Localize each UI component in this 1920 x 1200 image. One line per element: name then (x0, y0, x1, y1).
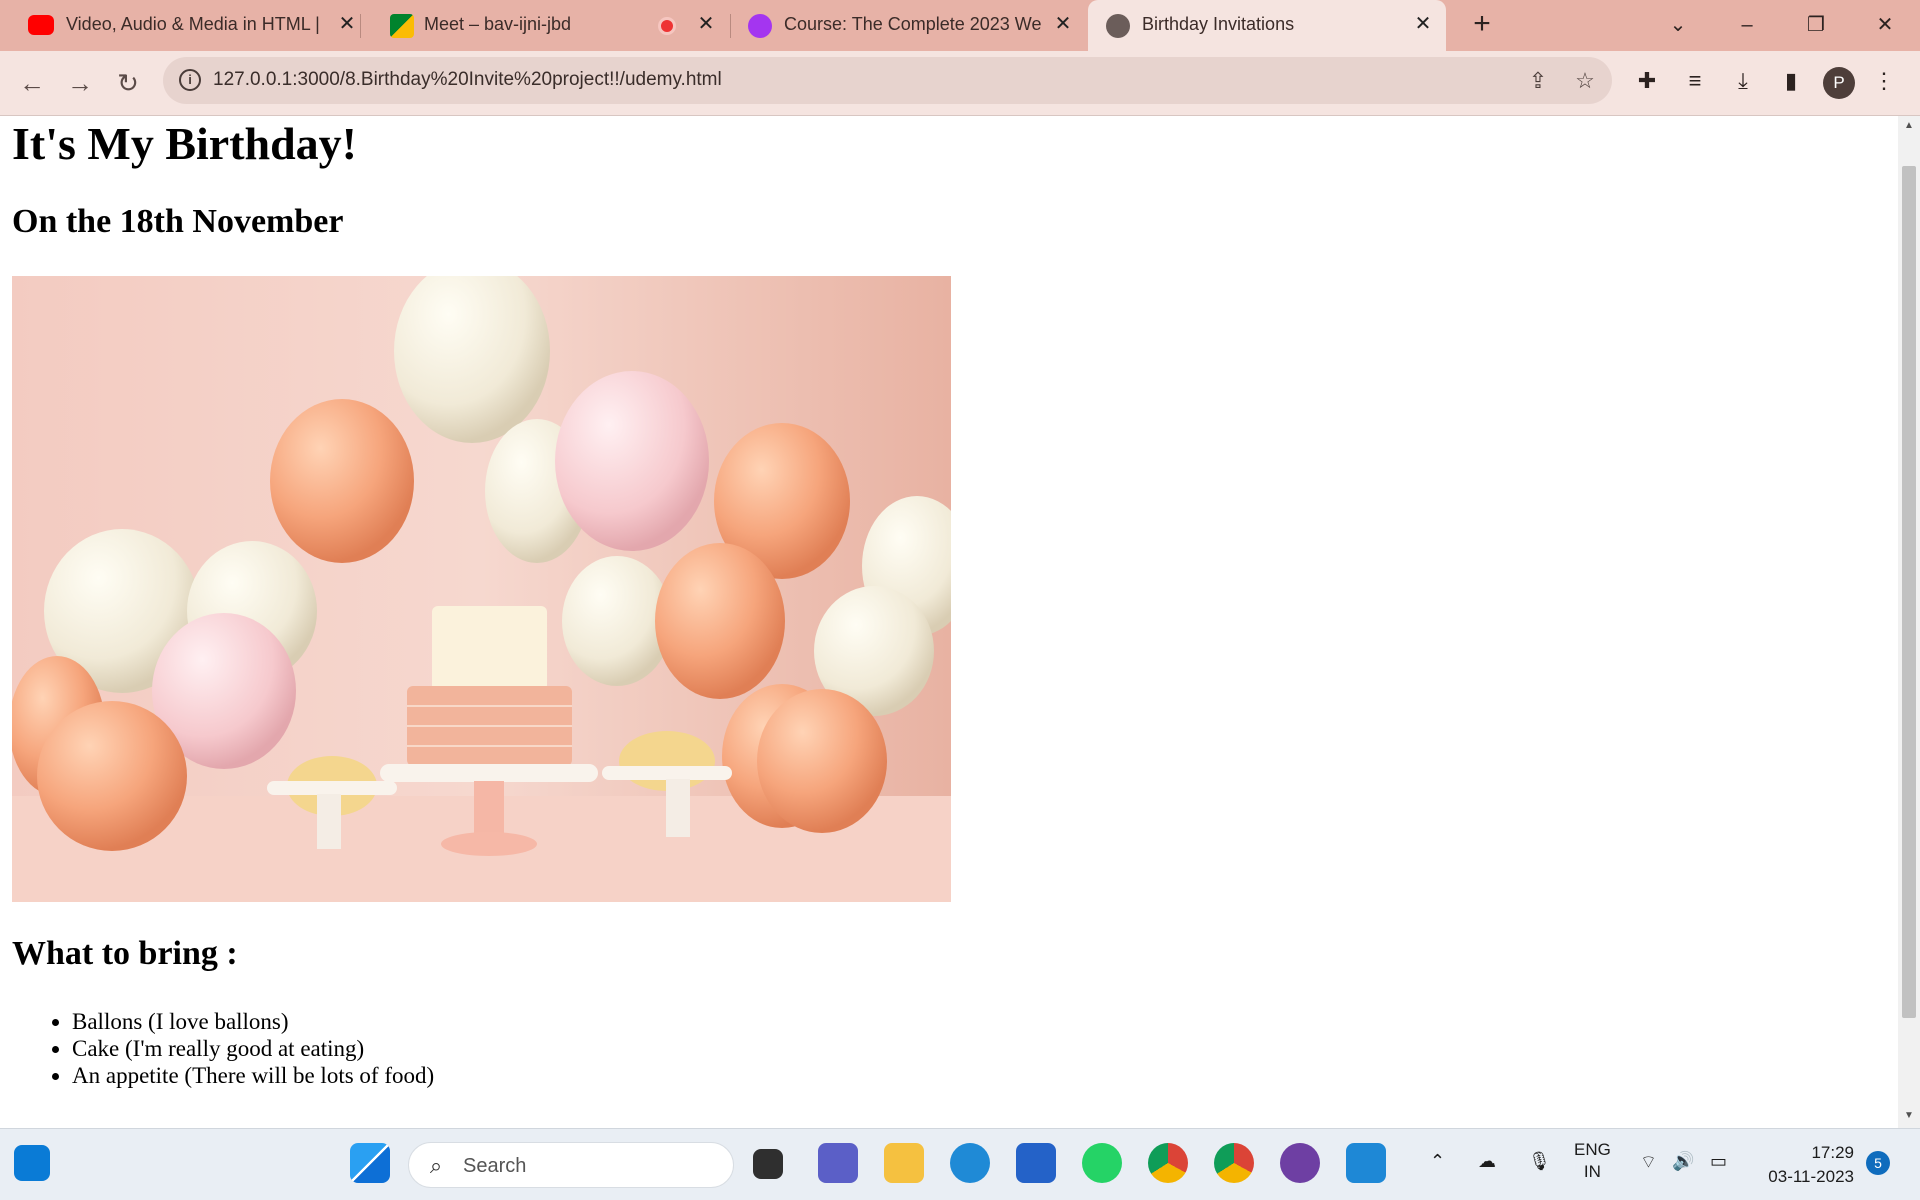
widgets-icon[interactable] (14, 1145, 50, 1181)
clock-time: 17:29 (1811, 1143, 1854, 1162)
close-tab-icon[interactable]: ✕ (334, 11, 360, 37)
tab-meet[interactable]: Meet – bav-ijni-jbd ✕ (360, 0, 730, 51)
list-item: Cake (I'm really good at eating) (72, 1035, 434, 1062)
whatsapp-icon[interactable] (1082, 1143, 1122, 1183)
close-window-button[interactable]: ✕ (1865, 8, 1905, 42)
scroll-up-icon[interactable]: ▲ (1903, 120, 1915, 132)
edge-icon[interactable] (950, 1143, 990, 1183)
search-placeholder: Search (463, 1155, 527, 1177)
browser-chrome: Video, Audio & Media in HTML | ✕ Meet – … (0, 0, 1920, 116)
page-title: It's My Birthday! (12, 118, 357, 169)
tab-birthday-invitations[interactable]: Birthday Invitations ✕ (1088, 0, 1446, 51)
udemy-icon (748, 14, 772, 38)
list-item: An appetite (There will be lots of food) (72, 1062, 434, 1089)
tab-title: Video, Audio & Media in HTML | (66, 14, 320, 34)
start-icon[interactable] (350, 1143, 390, 1183)
reload-icon[interactable]: ↻ (110, 65, 146, 101)
address-bar[interactable]: i 127.0.0.1:3000/8.Birthday%20Invite%20p… (163, 57, 1612, 104)
close-tab-icon[interactable]: ✕ (693, 11, 719, 37)
address-url[interactable]: 127.0.0.1:3000/8.Birthday%20Invite%20pro… (213, 69, 722, 91)
bookmark-star-icon[interactable]: ☆ (1570, 66, 1600, 96)
clock[interactable]: 17:29 03-11-2023 (1758, 1141, 1854, 1189)
teams-chat-icon[interactable] (818, 1143, 858, 1183)
tab-search-icon[interactable]: ⌄ (1658, 8, 1698, 42)
site-info-icon[interactable]: i (179, 69, 201, 91)
microphone-icon[interactable]: 🎙 (1528, 1151, 1551, 1172)
scrollbar-thumb[interactable] (1902, 166, 1916, 1018)
media-controls-icon[interactable]: ≡ (1677, 63, 1713, 99)
profile-avatar[interactable]: P (1823, 67, 1855, 99)
list-item: Ballons (I love ballons) (72, 1008, 434, 1035)
birthday-cake-balloons-image (12, 276, 951, 902)
event-date: On the 18th November (12, 203, 344, 240)
download-icon[interactable]: ⤓ (1725, 63, 1761, 99)
back-icon[interactable]: ← (14, 65, 50, 101)
tab-title: Birthday Invitations (1142, 14, 1295, 34)
youtube-icon (28, 15, 54, 35)
onedrive-icon[interactable]: ☁ (1478, 1151, 1496, 1172)
recording-icon (658, 17, 676, 35)
new-tab-button[interactable]: + (1465, 8, 1499, 42)
taskbar-search[interactable]: ⌕ Search (408, 1142, 734, 1188)
close-tab-icon[interactable]: ✕ (1050, 11, 1076, 37)
tab-title: Meet – bav-ijni-jbd (424, 14, 572, 34)
language-indicator[interactable]: ENG IN (1574, 1139, 1611, 1183)
language-code: ENG (1574, 1140, 1611, 1159)
bring-list: Ballons (I love ballons) Cake (I'm reall… (72, 1008, 434, 1089)
browser-toolbar: ← → ↻ i 127.0.0.1:3000/8.Birthday%20Invi… (0, 51, 1920, 116)
tab-title: Course: The Complete 2023 Wel (784, 14, 1042, 34)
chrome-icon[interactable] (1214, 1143, 1254, 1183)
scroll-down-icon[interactable]: ▼ (1903, 1110, 1915, 1122)
taskbar: ⌕ Search ⌃ ☁ 🎙 ENG IN ⌔ 🔊 ▭ 17:29 03-11-… (0, 1128, 1920, 1200)
search-icon: ⌕ (429, 1153, 443, 1178)
wifi-icon[interactable]: ⌔ (1640, 1151, 1657, 1174)
menu-icon[interactable]: ⋮ (1866, 63, 1902, 99)
tab-strip: Video, Audio & Media in HTML | ✕ Meet – … (0, 0, 1920, 51)
extensions-icon[interactable]: ✚ (1629, 63, 1665, 99)
restore-button[interactable]: ❐ (1796, 8, 1836, 42)
share-icon[interactable]: ⇪ (1523, 66, 1553, 96)
notification-badge[interactable]: 5 (1866, 1151, 1890, 1175)
minimize-button[interactable]: – (1727, 8, 1767, 42)
volume-icon[interactable]: 🔊 (1672, 1151, 1694, 1172)
vertical-scrollbar[interactable]: ▲ ▼ (1898, 116, 1920, 1128)
what-to-bring-heading: What to bring : (12, 935, 238, 972)
clock-date: 03-11-2023 (1768, 1167, 1854, 1186)
vscode-icon[interactable] (1346, 1143, 1386, 1183)
google-meet-icon (390, 14, 414, 38)
web-page: It's My Birthday! On the 18th November W… (0, 116, 1898, 1128)
task-view-icon[interactable] (753, 1149, 783, 1179)
tab-youtube[interactable]: Video, Audio & Media in HTML | ✕ (0, 0, 360, 51)
github-desktop-icon[interactable] (1280, 1143, 1320, 1183)
globe-icon (1106, 14, 1130, 38)
close-tab-icon[interactable]: ✕ (1410, 11, 1436, 37)
tab-udemy[interactable]: Course: The Complete 2023 Wel ✕ (730, 0, 1088, 51)
side-panel-icon[interactable]: ▮ (1773, 63, 1809, 99)
chrome-icon[interactable] (1148, 1143, 1188, 1183)
region-code: IN (1583, 1162, 1601, 1181)
battery-icon[interactable]: ▭ (1710, 1151, 1727, 1172)
show-hidden-icons-icon[interactable]: ⌃ (1430, 1151, 1445, 1172)
forward-icon[interactable]: → (62, 65, 98, 101)
file-explorer-icon[interactable] (884, 1143, 924, 1183)
store-icon[interactable] (1016, 1143, 1056, 1183)
